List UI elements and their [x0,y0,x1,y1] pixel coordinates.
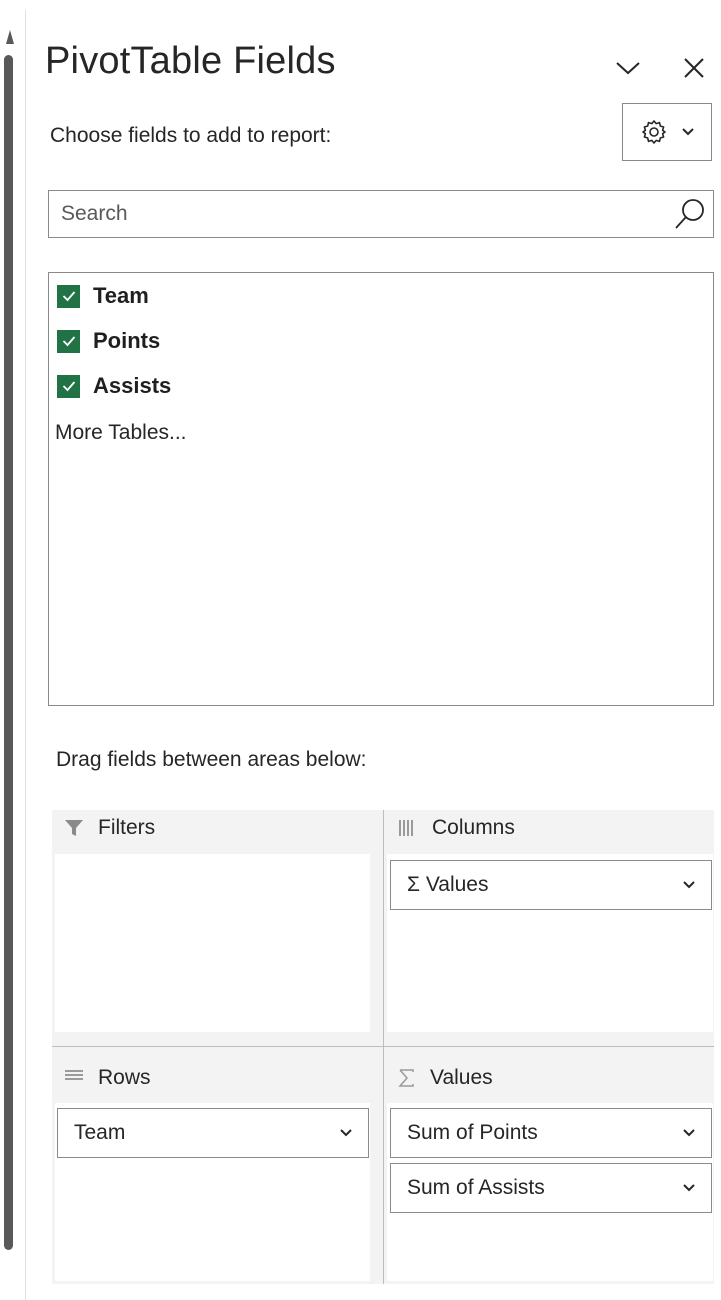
field-label: Team [93,283,149,308]
pane-splitter[interactable] [4,55,13,1250]
filters-drop-zone[interactable] [55,854,370,1032]
tools-button[interactable] [622,103,712,161]
search-icon[interactable] [673,197,707,231]
chevron-down-icon [683,1184,695,1192]
area-vertical-divider [383,810,384,1284]
gear-icon [642,120,666,144]
values-field-sum-of-points[interactable]: Sum of Points [390,1108,712,1158]
more-tables-link[interactable]: More Tables... [55,421,187,445]
filters-area-header: Filters [64,816,155,840]
search-input[interactable] [49,193,663,235]
close-button[interactable] [676,50,712,86]
area-horizontal-divider [52,1046,714,1047]
field-checkbox-points[interactable] [57,329,80,353]
sigma-icon [398,1069,414,1087]
field-item-points[interactable]: Points [57,326,160,356]
field-checkbox-team[interactable] [57,284,80,308]
pill-label: Σ Values [407,873,489,896]
field-item-team[interactable]: Team [57,281,149,311]
field-label: Assists [93,373,172,398]
search-box[interactable] [48,190,714,238]
pill-label: Team [74,1121,126,1144]
choose-fields-label: Choose fields to add to report: [50,124,332,147]
pane-title: PivotTable Fields [45,40,336,82]
values-area-header: Values [398,1066,493,1090]
columns-area-label: Columns [432,816,515,839]
drag-fields-label: Drag fields between areas below: [56,748,367,771]
values-field-sum-of-assists[interactable]: Sum of Assists [390,1163,712,1213]
pane-options-button[interactable] [610,50,646,86]
chevron-down-icon [340,1129,352,1137]
rows-area-header: Rows [64,1066,151,1090]
filters-area-label: Filters [98,816,156,839]
checkmark-icon [62,291,75,302]
rows-area-label: Rows [98,1066,151,1089]
field-list: Team Points Assists More Tables... [48,272,714,706]
field-checkbox-assists[interactable] [57,374,80,398]
columns-area-header: Columns [398,816,515,840]
filter-icon [65,820,83,836]
chevron-down-icon [683,881,695,889]
pill-label: Sum of Points [407,1121,538,1144]
close-icon [684,58,704,78]
pill-label: Sum of Assists [407,1176,545,1199]
chevron-down-icon [682,128,694,136]
chevron-down-icon [616,62,640,75]
field-item-assists[interactable]: Assists [57,371,171,401]
pivot-table-fields-pane: PivotTable Fields Choose fields to add t… [0,0,721,1300]
rows-icon [65,1070,83,1080]
splitter-arrow [6,30,14,44]
pane-border [25,10,26,1300]
columns-icon [399,820,413,836]
checkmark-icon [62,381,75,392]
columns-field-values[interactable]: Σ Values [390,860,712,910]
checkmark-icon [62,336,75,347]
chevron-down-icon [683,1129,695,1137]
rows-field-team[interactable]: Team [57,1108,369,1158]
values-area-label: Values [430,1066,493,1089]
field-label: Points [93,328,161,353]
